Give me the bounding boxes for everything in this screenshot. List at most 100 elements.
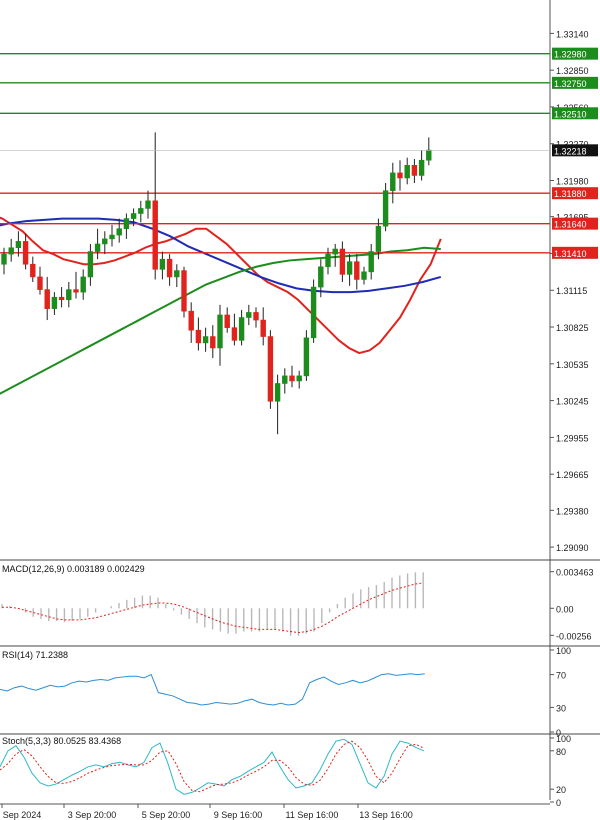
- rsi-tick-label: 30: [556, 703, 566, 713]
- candle: [123, 213, 130, 239]
- candle-body-down: [44, 289, 50, 309]
- candle: [282, 368, 288, 394]
- stoch-d-line: [0, 740, 425, 793]
- candle-body-up: [325, 253, 331, 268]
- candle: [296, 370, 302, 389]
- candle: [382, 183, 389, 232]
- candle: [418, 150, 425, 181]
- candle: [174, 264, 180, 288]
- candle-body-up: [130, 213, 137, 219]
- candle: [188, 302, 194, 343]
- candle: [224, 307, 230, 333]
- candle-body-up: [174, 270, 180, 278]
- stoch-tick-label: 80: [556, 747, 566, 757]
- candle-body-up: [390, 172, 396, 191]
- macd-label: MACD(12,26,9) 0.003189 0.002429: [2, 564, 145, 574]
- price-chart: 1.331401.328501.325601.322701.319801.316…: [0, 0, 600, 820]
- candle-body-down: [210, 336, 216, 349]
- candle: [58, 287, 65, 308]
- stoch-tick-label: 0: [556, 798, 561, 808]
- candle: [303, 330, 310, 381]
- candle: [267, 330, 274, 409]
- macd-tick-label: 0.003463: [556, 568, 594, 578]
- price-tick-label: 1.29380: [556, 506, 589, 516]
- candle-body-up: [123, 218, 130, 230]
- candle-body-down: [195, 329, 202, 344]
- candle-body-up: [102, 238, 108, 245]
- macd-tick-label: 0.00: [556, 604, 574, 614]
- stochastic-panel: 100 80 20 0 Stoch(5,3,3) 80.0525 83.4368: [0, 734, 571, 808]
- candle-body-down: [30, 263, 36, 278]
- candle: [22, 233, 29, 270]
- candle-body-down: [166, 258, 173, 278]
- candle-body-up: [94, 243, 101, 252]
- candle: [152, 132, 158, 280]
- candle-body-down: [152, 200, 158, 270]
- candle-body-up: [116, 228, 122, 236]
- candle: [210, 325, 216, 359]
- candle: [166, 254, 173, 286]
- candle: [274, 374, 281, 435]
- candle: [238, 309, 245, 346]
- price-tick-label: 1.30245: [556, 397, 589, 407]
- candle: [361, 266, 367, 285]
- candle-body-up: [238, 317, 245, 341]
- rsi-panel: 10070300RSI(14) 71.2388: [0, 646, 571, 738]
- candle: [310, 279, 317, 343]
- candle: [44, 276, 50, 321]
- candle: [260, 307, 266, 346]
- candle-body-up: [87, 251, 94, 278]
- candle-body-up: [375, 225, 382, 252]
- candle: [217, 304, 223, 366]
- time-tick-label: 11 Sep 16:00: [286, 810, 339, 820]
- candle: [339, 241, 346, 282]
- price-tick-label: 1.30535: [556, 360, 589, 370]
- candle-body-up: [418, 159, 425, 176]
- candle: [404, 157, 410, 185]
- candle: [289, 365, 295, 388]
- candle: [195, 317, 202, 351]
- candle: [181, 266, 187, 318]
- candle-body-up: [318, 266, 324, 288]
- candle-body-up: [282, 375, 288, 384]
- candle: [116, 218, 122, 243]
- candle-body-down: [231, 327, 238, 341]
- candle: [94, 228, 101, 260]
- price-tick-label: 1.33140: [556, 29, 589, 39]
- candle-body-up: [80, 276, 86, 293]
- candle-body-down: [260, 319, 266, 337]
- candle-body-down: [253, 312, 259, 321]
- candle-body-up: [109, 234, 115, 240]
- stoch-tick-label: 100: [556, 734, 571, 744]
- current-price-label: 1.32218: [554, 146, 587, 156]
- candle: [253, 307, 259, 328]
- candle: [202, 327, 209, 352]
- candle-body-up: [382, 190, 389, 227]
- price-tick-label: 1.30825: [556, 323, 589, 333]
- candle-body-up: [361, 271, 367, 280]
- rsi-tick-label: 70: [556, 671, 566, 681]
- candle: [138, 200, 144, 223]
- candle: [8, 238, 14, 262]
- candle-body-up: [145, 200, 151, 209]
- stoch-tick-label: 20: [556, 785, 566, 795]
- candle: [73, 271, 79, 299]
- candle: [368, 243, 374, 280]
- candle: [145, 190, 151, 219]
- moving-average-line: [0, 217, 442, 294]
- candle-body-up: [303, 337, 310, 377]
- main-price-panel: 1.331401.328501.325601.322701.319801.316…: [0, 0, 600, 800]
- time-tick-label: Sep 2024: [3, 810, 42, 820]
- candle-body-up: [310, 286, 317, 339]
- price-tick-label: 1.31115: [556, 286, 587, 296]
- candle-body-up: [51, 296, 58, 309]
- candle-body-down: [397, 172, 403, 179]
- candle: [51, 292, 58, 315]
- candle-body-up: [159, 258, 166, 270]
- candle: [390, 162, 396, 204]
- candle-body-up: [217, 314, 223, 349]
- candle-body-down: [354, 261, 360, 280]
- candle-body-up: [1, 253, 7, 265]
- macd-tick-label: -0.00256: [556, 631, 592, 641]
- candle-body-up: [368, 251, 374, 273]
